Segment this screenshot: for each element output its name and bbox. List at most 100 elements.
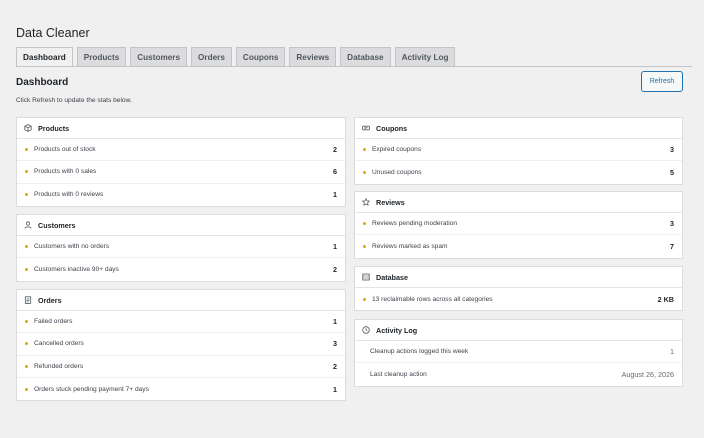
bullet-dot (363, 170, 366, 174)
stat-value: 2 KB (657, 294, 674, 304)
stat-value: 1 (333, 242, 337, 252)
activity-log-card: Activity Log Cleanup actions logged this… (354, 319, 683, 387)
star-icon (362, 198, 370, 206)
stat-value: 2 (333, 264, 337, 274)
tab-coupons[interactable]: Coupons (235, 47, 286, 66)
tab-bar: Dashboard Products Customers Orders Coup… (16, 47, 456, 67)
stat-row: Reviews pending moderation 3 (355, 213, 682, 236)
stat-value: 3 (333, 339, 337, 349)
stat-label: Unused coupons (372, 168, 422, 176)
card-header: Coupons (355, 118, 682, 139)
stat-label: Cleanup actions logged this week (370, 348, 469, 356)
bullet-dot (363, 297, 366, 301)
tab-products[interactable]: Products (76, 47, 127, 66)
clock-icon (362, 326, 370, 334)
page-hint: Click Refresh to update the stats below. (16, 97, 132, 104)
stat-label: Failed orders (34, 318, 73, 326)
user-icon (24, 221, 32, 229)
card-title: Customers (38, 220, 76, 230)
card-title: Coupons (376, 123, 408, 133)
tab-dashboard[interactable]: Dashboard (16, 47, 73, 67)
bullet-dot (363, 244, 366, 248)
stat-row: Customers inactive 90+ days 2 (17, 258, 345, 280)
orders-card: Orders Failed orders 1 Cancelled orders 3 … (16, 289, 346, 402)
box-icon (24, 124, 32, 132)
bullet-dot (25, 387, 28, 391)
stat-row: Products out of stock 2 (17, 139, 345, 162)
clipboard-icon (24, 296, 32, 304)
stat-label: Reviews marked as spam (372, 242, 448, 250)
database-icon (362, 273, 370, 281)
stat-label: Customers with no orders (34, 243, 110, 251)
stat-row: Reviews marked as spam 7 (355, 235, 682, 257)
stat-value: 1 (333, 190, 337, 200)
stat-label: Expired coupons (372, 146, 422, 154)
tab-customers[interactable]: Customers (130, 47, 188, 66)
stat-value: 5 (670, 167, 674, 177)
coupons-card: Coupons Expired coupons 3 Unused coupons 5 (354, 117, 683, 185)
tab-divider (16, 66, 692, 67)
stat-row: Cleanup actions logged this week 1 (355, 341, 682, 364)
card-header: Reviews (355, 192, 682, 213)
tab-orders[interactable]: Orders (191, 47, 232, 66)
refresh-button[interactable]: Refresh (641, 71, 683, 92)
stat-row: Cancelled orders 3 (17, 333, 345, 356)
stat-label: Customers inactive 90+ days (34, 265, 119, 273)
bullet-dot (25, 148, 28, 152)
stat-value: August 26, 2026 (621, 369, 674, 379)
app-title: Data Cleaner (16, 26, 90, 40)
stat-label: Reviews pending moderation (372, 220, 458, 228)
stat-label: Refunded orders (34, 362, 84, 370)
stat-row: Customers with no orders 1 (17, 236, 345, 259)
stat-value: 3 (670, 145, 674, 155)
page-title: Dashboard (16, 77, 69, 88)
stat-row: Refunded orders 2 (17, 356, 345, 378)
stat-row: 13 reclaimable rows across all categorie… (355, 288, 682, 310)
stat-value: 1 (333, 317, 337, 327)
bullet-dot (25, 245, 28, 249)
stat-label: 13 reclaimable rows across all categorie… (372, 295, 493, 303)
stat-label: Products with 0 sales (34, 168, 97, 176)
card-title: Activity Log (376, 325, 418, 335)
bullet-dot (25, 170, 28, 174)
stat-value: 1 (333, 384, 337, 394)
stat-row: Last cleanup action August 26, 2026 (355, 363, 682, 385)
stat-row: Products with 0 sales 6 (17, 161, 345, 184)
stat-row: Expired coupons 3 (355, 139, 682, 162)
stat-row: Failed orders 1 (17, 311, 345, 334)
card-title: Reviews (376, 197, 405, 207)
products-card: Products Products out of stock 2 Products… (16, 117, 346, 207)
stat-label: Orders stuck pending payment 7+ days (34, 385, 149, 393)
stat-value: 6 (333, 167, 337, 177)
stat-label: Products with 0 reviews (34, 191, 104, 199)
database-card: Database 13 reclaimable rows across all … (354, 266, 683, 312)
tab-activity-log[interactable]: Activity Log (394, 47, 456, 66)
card-header: Products (17, 118, 345, 139)
stat-value: 3 (670, 219, 674, 229)
tab-reviews[interactable]: Reviews (289, 47, 337, 66)
stat-value: 2 (333, 145, 337, 155)
bullet-dot (363, 148, 366, 152)
card-title: Orders (38, 295, 62, 305)
card-header: Activity Log (355, 320, 682, 341)
bullet-dot (25, 320, 28, 324)
bullet-dot (25, 364, 28, 368)
tab-database[interactable]: Database (340, 47, 391, 66)
bullet-dot (25, 342, 28, 346)
stat-label: Cancelled orders (34, 340, 84, 348)
stat-label: Products out of stock (34, 146, 96, 154)
card-title: Database (376, 272, 408, 282)
card-header: Orders (17, 290, 345, 311)
bullet-dot (363, 222, 366, 226)
stat-row: Unused coupons 5 (355, 161, 682, 183)
stat-row: Orders stuck pending payment 7+ days 1 (17, 378, 345, 400)
stat-label: Last cleanup action (370, 370, 427, 378)
stat-value: 7 (670, 241, 674, 251)
reviews-card: Reviews Reviews pending moderation 3 Revi… (354, 191, 683, 259)
bullet-dot (25, 193, 28, 197)
bullet-dot (25, 267, 28, 271)
card-title: Products (38, 123, 70, 133)
stat-value: 2 (333, 361, 337, 371)
stat-row: Products with 0 reviews 1 (17, 184, 345, 206)
card-header: Database (355, 267, 682, 288)
